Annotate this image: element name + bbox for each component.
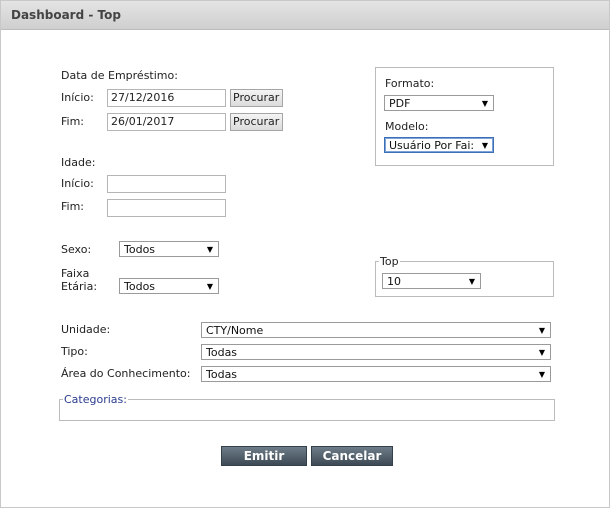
emprestimo-inicio-search-button[interactable]: Procurar (230, 89, 283, 107)
top-select-value: 10 (387, 275, 401, 288)
emprestimo-inicio-input[interactable]: 27/12/2016 (107, 89, 226, 107)
idade-fim-label: Fim: (61, 200, 85, 213)
emprestimo-inicio-label: Início: (61, 91, 94, 104)
categorias-fieldset: Categorias: (59, 393, 555, 421)
chevron-down-icon: ▼ (481, 99, 488, 108)
chevron-down-icon: ▼ (538, 348, 545, 357)
top-select[interactable]: 10 ▼ (382, 273, 481, 289)
unidade-select-value: CTY/Nome (206, 324, 264, 337)
sexo-label: Sexo: (61, 243, 92, 256)
chevron-down-icon: ▼ (206, 245, 213, 254)
chevron-down-icon: ▼ (206, 282, 213, 291)
faixa-label-line1: Faixa (61, 267, 90, 280)
idade-inicio-input[interactable] (107, 175, 226, 193)
tipo-label: Tipo: (61, 345, 88, 358)
chevron-down-icon: ▼ (468, 277, 475, 286)
categorias-legend: Categorias: (64, 393, 127, 406)
faixa-label-line2: Etária: (61, 280, 98, 293)
faixa-select[interactable]: Todos ▼ (119, 278, 219, 294)
dialog-window: Dashboard - Top Data de Empréstimo: Iníc… (0, 0, 610, 508)
chevron-down-icon: ▼ (538, 326, 545, 335)
sexo-select[interactable]: Todos ▼ (119, 241, 219, 257)
formato-select[interactable]: PDF ▼ (384, 95, 494, 111)
emitir-button[interactable]: Emitir (221, 446, 307, 466)
emprestimo-fim-input[interactable]: 26/01/2017 (107, 113, 226, 131)
unidade-label: Unidade: (61, 323, 111, 336)
unidade-select[interactable]: CTY/Nome ▼ (201, 322, 551, 338)
emprestimo-fim-label: Fim: (61, 115, 85, 128)
tipo-select[interactable]: Todas ▼ (201, 344, 551, 360)
idade-fim-input[interactable] (107, 199, 226, 217)
sexo-select-value: Todos (124, 243, 156, 256)
dialog-title: Dashboard - Top (11, 8, 121, 22)
chevron-down-icon: ▼ (481, 141, 488, 150)
formato-label: Formato: (385, 77, 435, 90)
area-select[interactable]: Todas ▼ (201, 366, 551, 382)
tipo-select-value: Todas (206, 346, 238, 359)
chevron-down-icon: ▼ (538, 370, 545, 379)
emprestimo-section-label: Data de Empréstimo: (61, 69, 178, 82)
top-legend: Top (380, 255, 399, 268)
cancelar-button[interactable]: Cancelar (311, 446, 393, 466)
modelo-select-value: Usuário Por Fai: (389, 139, 475, 152)
formato-select-value: PDF (389, 97, 411, 110)
emprestimo-fim-search-button[interactable]: Procurar (230, 113, 283, 131)
faixa-select-value: Todos (124, 280, 156, 293)
idade-inicio-label: Início: (61, 177, 94, 190)
idade-section-label: Idade: (61, 156, 96, 169)
modelo-label: Modelo: (385, 120, 429, 133)
area-select-value: Todas (206, 368, 238, 381)
modelo-select[interactable]: Usuário Por Fai: ▼ (384, 137, 494, 153)
dialog-titlebar: Dashboard - Top (1, 1, 609, 30)
area-label: Área do Conhecimento: (61, 367, 191, 380)
